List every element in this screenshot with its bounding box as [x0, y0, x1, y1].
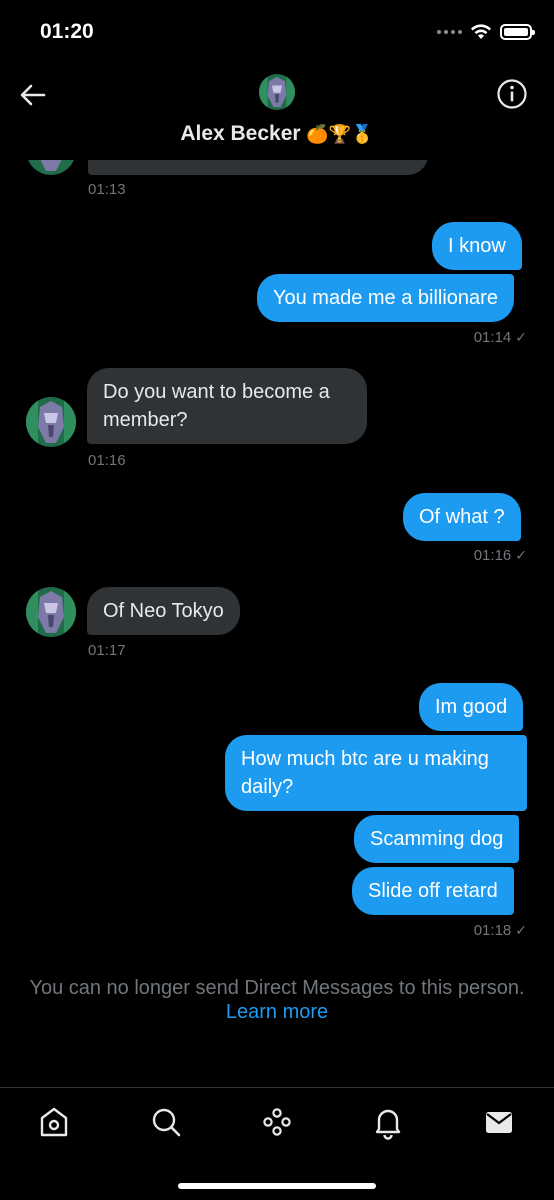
message-bubble-incoming[interactable]: Do you want to become a member?	[87, 368, 367, 444]
message-bubble-outgoing[interactable]: Im good	[419, 683, 524, 731]
battery-icon	[500, 24, 535, 40]
timestamp-text: 01:14	[473, 329, 512, 346]
sent-check-icon: ✓	[515, 547, 527, 563]
message-timestamp: 01:16 ✓	[474, 547, 527, 564]
tab-bar-divider	[0, 1087, 554, 1088]
home-indicator[interactable]	[178, 1183, 376, 1189]
sent-check-icon: ✓	[515, 329, 527, 345]
contact-name-emojis: 🍊🏆🥇	[306, 124, 374, 144]
notifications-icon[interactable]	[370, 1104, 406, 1140]
message-bubble-outgoing[interactable]: How much btc are u making daily?	[225, 735, 527, 811]
message-bubble-outgoing[interactable]: I know	[432, 222, 522, 270]
sent-check-icon: ✓	[515, 922, 527, 938]
home-icon[interactable]	[36, 1104, 72, 1140]
message-bubble-outgoing[interactable]: You made me a billionare	[257, 274, 514, 322]
dm-conversation-screen: 01:20 Alex Becker 🍊🏆🥇 01:13 I know You m…	[0, 0, 554, 1200]
info-icon[interactable]	[496, 78, 528, 110]
header-avatar[interactable]	[259, 74, 295, 110]
message-bubble-incoming[interactable]: Of Neo Tokyo	[87, 587, 240, 635]
timestamp-text: 01:16	[473, 547, 512, 564]
message-timestamp: 01:18 ✓	[474, 922, 527, 939]
message-bubble-outgoing[interactable]: Slide off retard	[352, 867, 514, 915]
search-icon[interactable]	[148, 1104, 184, 1140]
contact-name[interactable]: Alex Becker 🍊🏆🥇	[0, 122, 554, 146]
wifi-icon	[471, 24, 491, 39]
message-bubble-outgoing[interactable]: Of what ?	[403, 493, 521, 541]
messages-icon[interactable]	[481, 1104, 517, 1140]
spaces-icon[interactable]	[259, 1104, 295, 1140]
message-timestamp: 01:16	[88, 452, 126, 469]
status-time: 01:20	[40, 20, 94, 43]
timestamp-text: 01:18	[473, 922, 512, 939]
back-arrow-icon[interactable]	[18, 80, 48, 110]
conversation-header: Alex Becker 🍊🏆🥇	[0, 60, 554, 160]
contact-name-text: Alex Becker	[180, 122, 301, 145]
message-timestamp: 01:14 ✓	[474, 329, 527, 346]
message-timestamp: 01:17	[88, 642, 126, 659]
message-timestamp: 01:13	[88, 181, 126, 198]
dm-restricted-notice: You can no longer send Direct Messages t…	[29, 977, 525, 999]
sender-avatar[interactable]	[26, 397, 76, 447]
learn-more-link[interactable]: Learn more	[0, 1001, 554, 1024]
sender-avatar[interactable]	[26, 587, 76, 637]
message-bubble-outgoing[interactable]: Scamming dog	[354, 815, 520, 863]
status-icons	[437, 24, 535, 40]
signal-icon	[437, 30, 462, 34]
